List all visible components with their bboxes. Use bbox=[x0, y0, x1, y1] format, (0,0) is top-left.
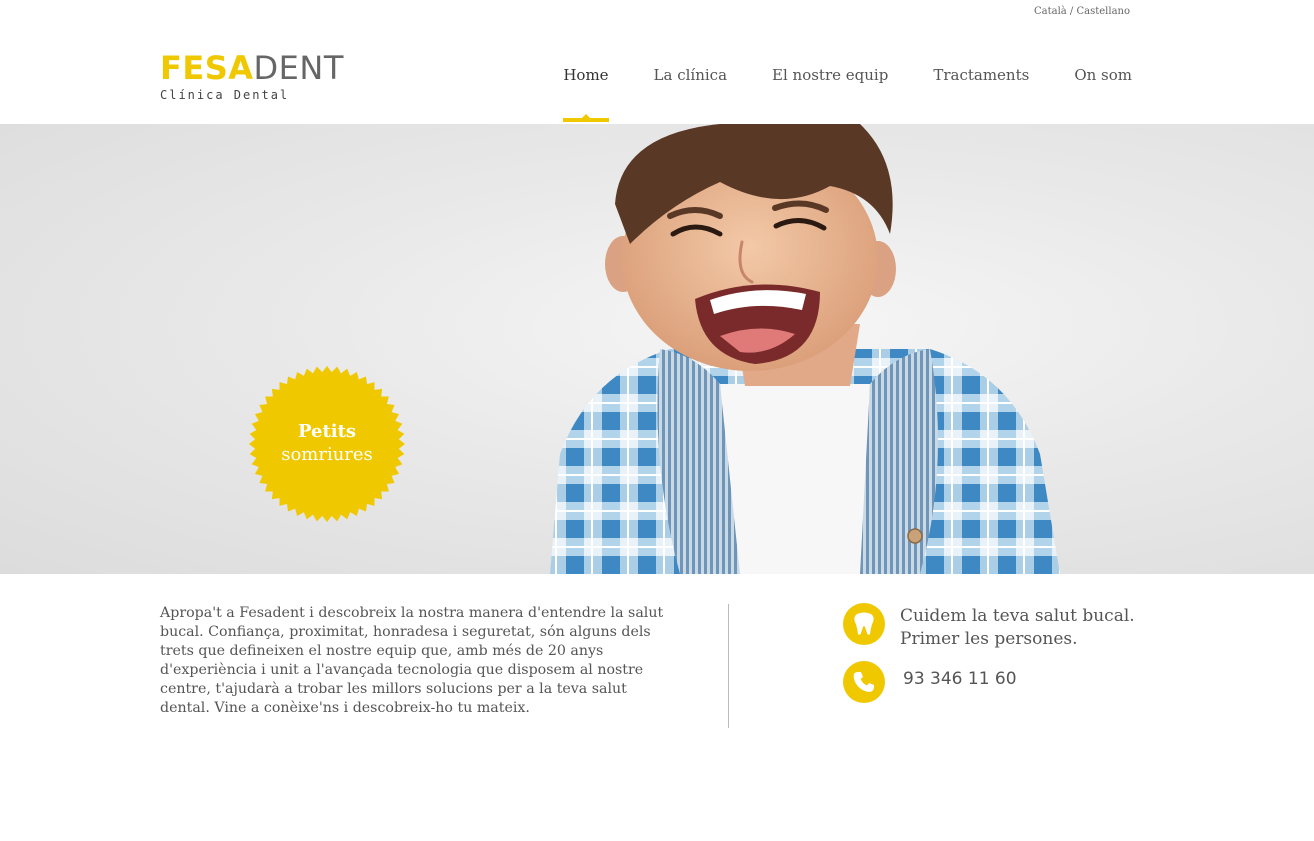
nav-item-on-som[interactable]: On som bbox=[1074, 66, 1132, 84]
content-divider bbox=[728, 604, 729, 728]
nav-item-label: El nostre equip bbox=[772, 66, 889, 84]
nav-item-label: Home bbox=[563, 66, 609, 84]
tooth-icon bbox=[843, 603, 885, 645]
phone-icon[interactable] bbox=[843, 661, 885, 703]
tagline: Cuidem la teva salut bucal. Primer les p… bbox=[900, 605, 1135, 651]
intro-paragraph: Apropa't a Fesadent i descobreix la nost… bbox=[160, 605, 664, 716]
logo-subtitle: Clínica Dental bbox=[160, 88, 290, 102]
nav-item-la-clinica[interactable]: La clínica bbox=[654, 66, 727, 84]
logo-wordmark: FESADENT bbox=[160, 52, 370, 84]
nav-item-label: Tractaments bbox=[933, 66, 1030, 84]
logo-brand-highlight: FESA bbox=[160, 49, 254, 87]
main-nav: Home La clínica El nostre equip Tractame… bbox=[518, 66, 1132, 122]
badge-title: Petits bbox=[297, 421, 357, 442]
badge-subtitle: somriures bbox=[281, 444, 373, 465]
lang-catala-link[interactable]: Català bbox=[1034, 6, 1067, 17]
tooth-glyph bbox=[854, 612, 874, 635]
site-logo[interactable]: FESADENT Clínica Dental bbox=[160, 52, 370, 104]
language-switcher: Català / Castellano bbox=[1034, 6, 1130, 17]
phone-number[interactable]: 93 346 11 60 bbox=[903, 669, 1017, 689]
active-nav-indicator bbox=[563, 114, 609, 122]
laughing-child-photo bbox=[550, 124, 1060, 574]
nav-item-home[interactable]: Home bbox=[563, 66, 609, 122]
lang-castellano-link[interactable]: Castellano bbox=[1076, 6, 1130, 17]
logo-brand-rest: DENT bbox=[253, 49, 344, 87]
hero-banner: Petits somriures bbox=[0, 124, 1314, 574]
petits-somriures-badge: Petits somriures bbox=[249, 366, 405, 522]
nav-item-label: On som bbox=[1074, 66, 1132, 84]
phone-glyph bbox=[853, 672, 874, 692]
nav-item-tractaments[interactable]: Tractaments bbox=[933, 66, 1029, 84]
nav-item-label: La clínica bbox=[653, 66, 728, 84]
tagline-line1: Cuidem la teva salut bucal. bbox=[900, 606, 1135, 626]
tagline-line2: Primer les persones. bbox=[900, 629, 1078, 649]
nav-item-el-nostre-equip[interactable]: El nostre equip bbox=[772, 66, 888, 84]
